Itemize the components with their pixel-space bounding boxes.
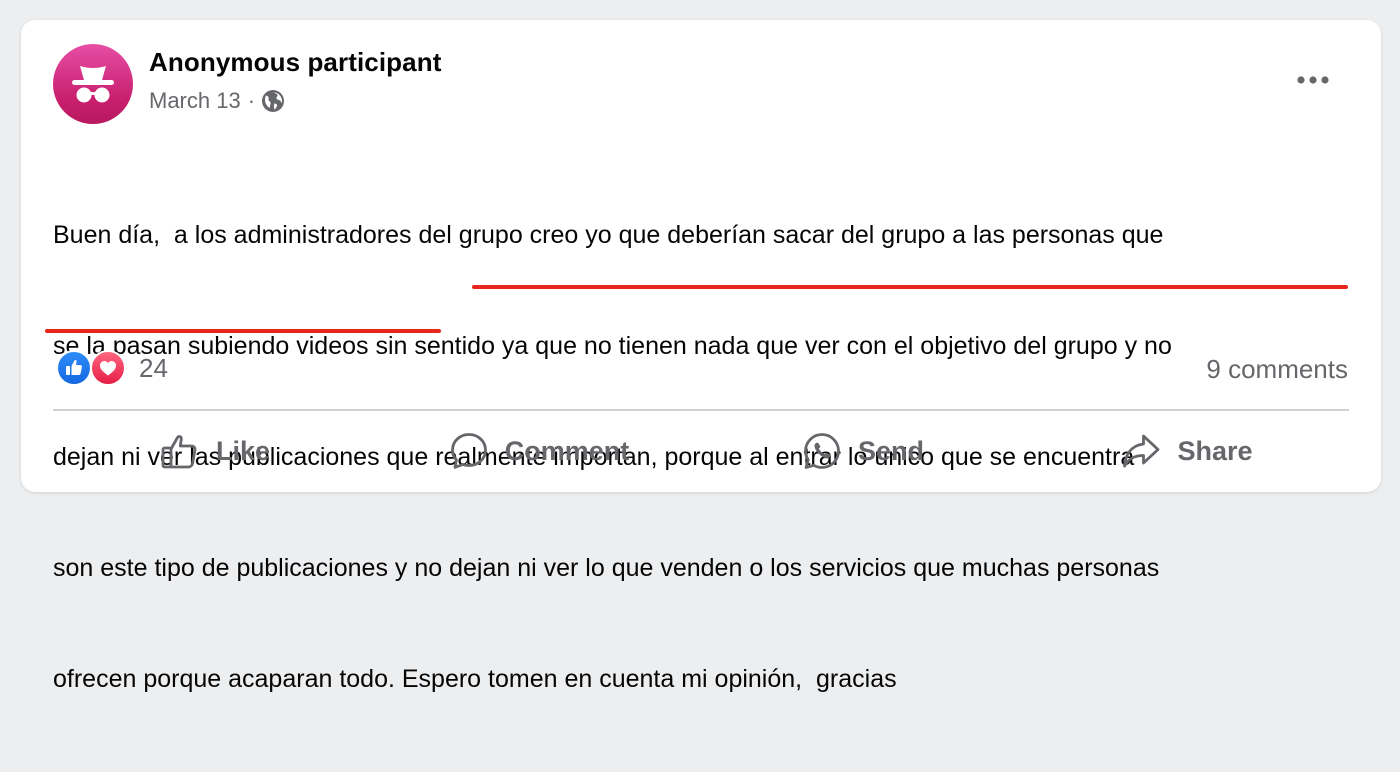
love-reaction-icon — [90, 350, 126, 386]
share-button-label: Share — [1177, 435, 1253, 466]
globe-icon[interactable] — [261, 89, 285, 113]
post-actions-bar: Like Comment Send Share — [53, 416, 1349, 486]
reaction-count: 24 — [139, 352, 168, 383]
comment-button-label: Comment — [504, 435, 630, 466]
author-name[interactable]: Anonymous participant — [149, 47, 441, 78]
more-options-button[interactable] — [1289, 64, 1337, 96]
comments-count-link[interactable]: 9 comments — [1206, 354, 1348, 385]
actions-divider — [53, 409, 1349, 411]
speech-bubble-icon — [449, 431, 489, 471]
like-button-label: Like — [215, 435, 271, 466]
reactions-summary[interactable]: 24 — [56, 350, 168, 386]
highlight-underline — [472, 285, 1348, 289]
more-horizontal-icon — [1297, 76, 1329, 84]
author-avatar[interactable] — [53, 44, 133, 124]
like-button[interactable]: Like — [53, 416, 377, 486]
post-body-line: son este tipo de publicaciones y no deja… — [53, 554, 1160, 582]
post-date[interactable]: March 13 — [149, 88, 241, 114]
post-body-line: se la pasan subiendo videos sin sentido … — [53, 332, 1172, 360]
share-button[interactable]: Share — [1025, 416, 1349, 486]
like-reaction-icon — [56, 350, 92, 386]
highlight-underline — [45, 329, 441, 333]
send-button-label: Send — [857, 435, 924, 466]
meta-separator: · — [247, 88, 256, 113]
messenger-whatsapp-icon — [802, 431, 842, 471]
share-arrow-icon — [1121, 431, 1161, 471]
comment-button[interactable]: Comment — [377, 416, 701, 486]
post-meta: March 13 · — [149, 88, 285, 114]
post-body-line: ofrecen porque acaparan todo. Espero tom… — [53, 665, 897, 693]
anonymous-incognito-icon — [72, 66, 114, 103]
post-card: Anonymous participant March 13 · Buen dí… — [21, 20, 1381, 693]
thumbs-up-icon — [160, 431, 200, 471]
send-button[interactable]: Send — [701, 416, 1025, 486]
post-body-line: Buen día, a los administradores del grup… — [53, 221, 1164, 249]
